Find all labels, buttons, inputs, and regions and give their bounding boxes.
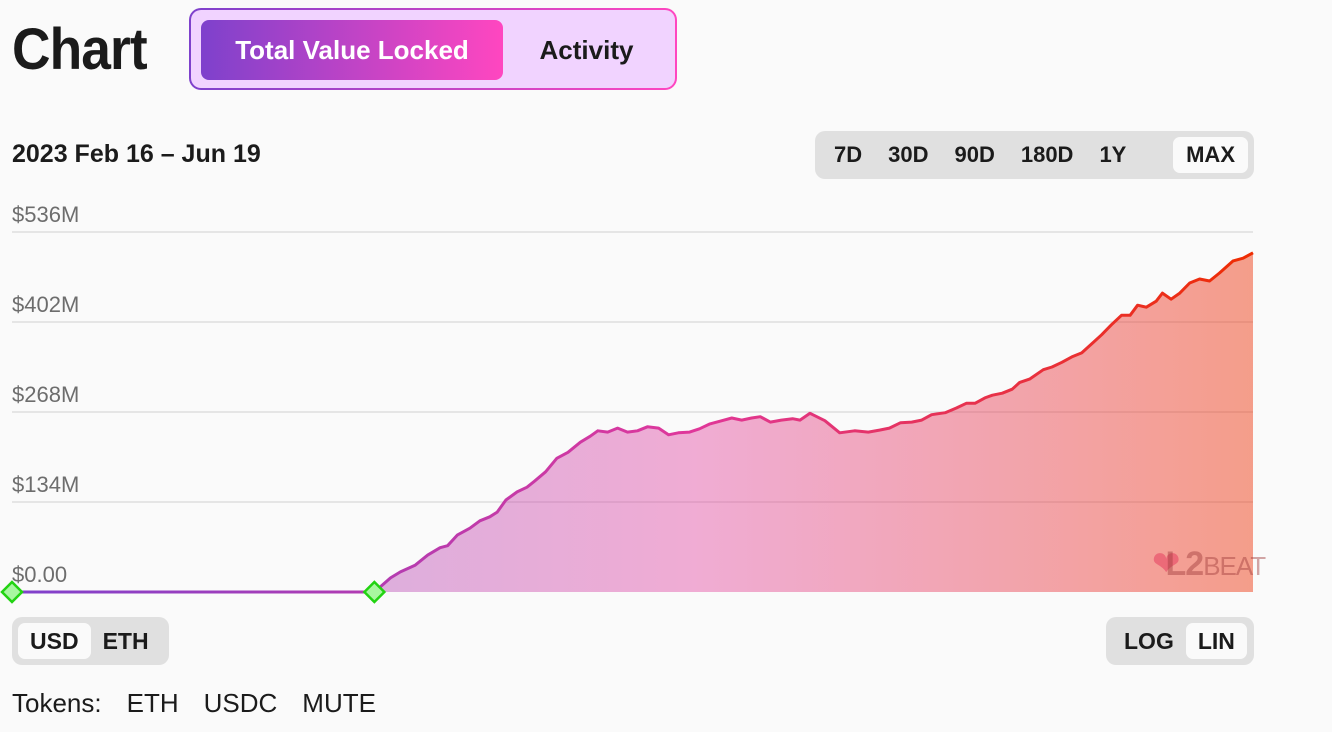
currency-eth-button[interactable]: ETH: [91, 623, 161, 659]
date-range: 2023 Feb 16 – Jun 19: [12, 140, 261, 168]
range-30d-button[interactable]: 30D: [875, 137, 941, 173]
tokens-label: Tokens:: [12, 688, 102, 718]
watermark-beat: BEAT: [1203, 550, 1266, 581]
scale-toggle: LOG LIN: [1106, 617, 1254, 665]
watermark-text: L2BEAT: [1165, 544, 1267, 584]
l2beat-watermark: ❤ L2BEAT: [1152, 544, 1267, 584]
tvl-chart: $536M $402M $268M $134M $0.00 ❤ L2BEAT: [0, 190, 1332, 610]
chart-canvas[interactable]: [0, 190, 1332, 610]
token-eth[interactable]: ETH: [127, 688, 179, 719]
currency-toggle: USD ETH: [12, 617, 169, 665]
tab-total-value-locked[interactable]: Total Value Locked: [201, 20, 503, 80]
range-1y-button[interactable]: 1Y: [1086, 137, 1139, 173]
time-range-selector: 7D 30D 90D 180D 1Y MAX: [815, 131, 1254, 179]
chart-type-tabs: Total Value Locked Activity: [189, 8, 677, 90]
currency-usd-button[interactable]: USD: [18, 623, 91, 659]
page-title: Chart: [12, 17, 148, 82]
range-7d-button[interactable]: 7D: [821, 137, 875, 173]
watermark-l2: L2: [1165, 544, 1205, 583]
range-90d-button[interactable]: 90D: [941, 137, 1007, 173]
token-usdc[interactable]: USDC: [204, 688, 278, 719]
range-max-button[interactable]: MAX: [1173, 137, 1248, 173]
token-mute[interactable]: MUTE: [302, 688, 376, 719]
tvl-area: [12, 252, 1253, 593]
tokens-list: Tokens: ETH USDC MUTE: [12, 688, 376, 719]
scale-lin-button[interactable]: LIN: [1185, 623, 1247, 659]
milestone-marker[interactable]: [0, 580, 24, 604]
range-180d-button[interactable]: 180D: [1008, 137, 1087, 173]
scale-log-button[interactable]: LOG: [1112, 623, 1186, 659]
tab-activity[interactable]: Activity: [509, 20, 664, 80]
